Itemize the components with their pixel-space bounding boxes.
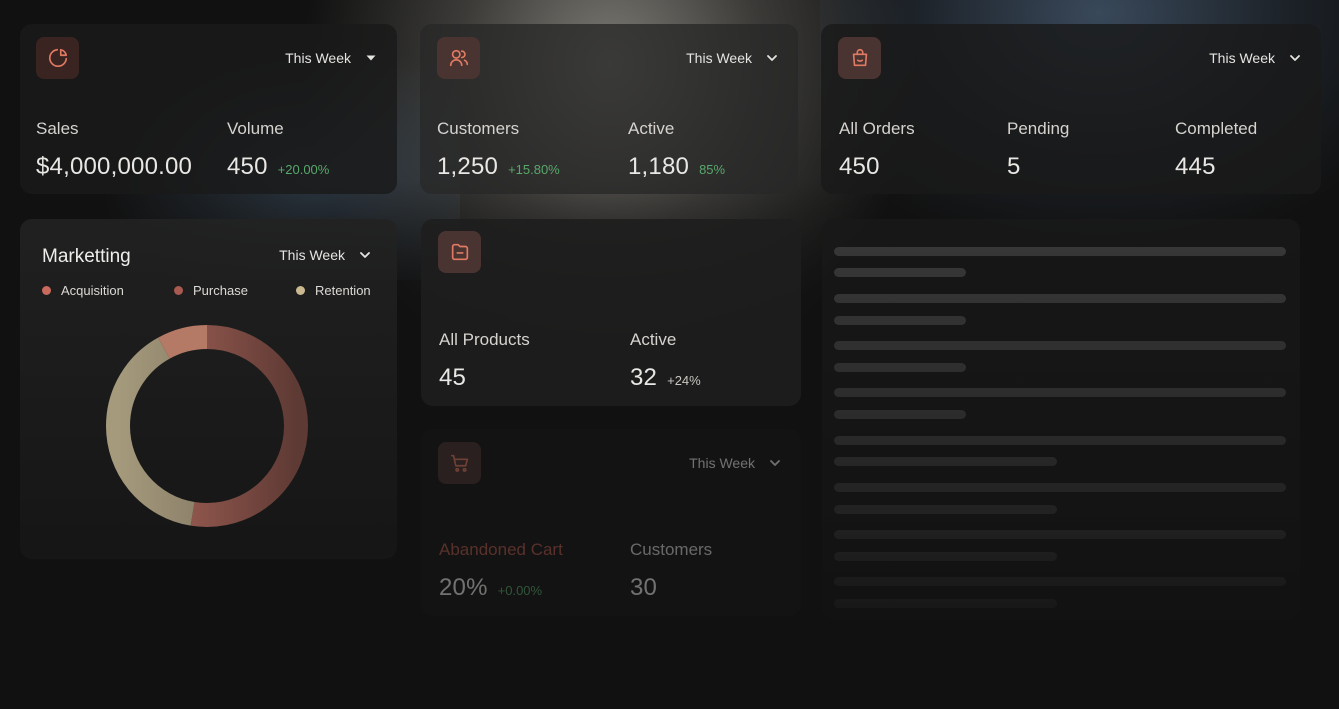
active-products-change: +24%: [667, 373, 701, 388]
pending-label: Pending: [1007, 119, 1070, 138]
chevron-down-icon: [360, 252, 370, 258]
period-dropdown[interactable]: This Week: [285, 50, 377, 66]
skeleton-line: [834, 247, 1286, 256]
cart-card: This Week Abandoned Cart 20% +0.00% Cust…: [421, 429, 801, 616]
period-dropdown[interactable]: This Week: [689, 455, 781, 471]
all-orders-stat: All Orders 450: [839, 119, 915, 181]
sales-stat: Sales $4,000,000.00: [36, 119, 192, 181]
legend-dot: [296, 286, 305, 295]
products-card: All Products 45 Active 32 +24%: [421, 219, 801, 406]
cart-customers-label: Customers: [630, 540, 713, 559]
skeleton-line: [834, 294, 1286, 303]
customers-label: Customers: [437, 119, 520, 138]
abandoned-cart-label: Abandoned Cart: [439, 540, 563, 559]
active-products-value: 32: [630, 364, 658, 391]
legend-item-purchase: Purchase: [174, 283, 248, 298]
skeleton-line: [834, 552, 1057, 561]
chart-legend: Acquisition Purchase Retention: [42, 283, 382, 299]
cart-customers-stat: Customers 30: [630, 540, 712, 602]
customers-change: +15.80%: [508, 162, 560, 177]
pending-value: 5: [1007, 153, 1021, 180]
all-products-label: All Products: [439, 330, 530, 349]
active-products-stat: Active 32 +24%: [630, 330, 701, 392]
customers-card: This Week Customers 1,250 +15.80% Active…: [420, 24, 798, 194]
skeleton-line: [834, 483, 1286, 492]
pie-chart-icon: [36, 37, 79, 79]
skeleton-card: [822, 219, 1300, 619]
abandoned-cart-stat: Abandoned Cart 20% +0.00%: [439, 540, 563, 602]
period-dropdown[interactable]: This Week: [279, 247, 371, 263]
all-products-stat: All Products 45: [439, 330, 530, 392]
skeleton-line: [834, 457, 1057, 466]
skeleton-line: [834, 505, 1057, 514]
skeleton-line: [834, 363, 966, 372]
completed-stat: Completed 445: [1175, 119, 1257, 181]
volume-value: 450: [227, 153, 268, 180]
chevron-down-icon: [767, 55, 777, 61]
volume-label: Volume: [227, 119, 284, 138]
pending-stat: Pending 5: [1007, 119, 1069, 181]
skeleton-line: [834, 436, 1286, 445]
folder-icon: [438, 231, 481, 273]
legend-label: Acquisition: [61, 283, 124, 298]
abandoned-cart-change: +0.00%: [497, 583, 543, 598]
period-label: This Week: [689, 455, 755, 471]
period-dropdown[interactable]: This Week: [1209, 50, 1301, 66]
chevron-down-icon: [1290, 55, 1300, 61]
users-icon: [437, 37, 480, 79]
legend-item-retention: Retention: [296, 283, 371, 298]
completed-label: Completed: [1175, 119, 1258, 138]
donut-chart: [106, 325, 308, 527]
sales-label: Sales: [36, 119, 79, 138]
shopping-cart-icon: [438, 442, 481, 484]
skeleton-line: [834, 599, 1057, 608]
period-label: This Week: [285, 50, 351, 66]
caret-down-icon: [366, 55, 376, 61]
skeleton-line: [834, 410, 966, 419]
skeleton-line: [834, 530, 1286, 539]
period-label: This Week: [1209, 50, 1275, 66]
period-label: This Week: [279, 247, 345, 263]
legend-item-acquisition: Acquisition: [42, 283, 124, 298]
active-products-label: Active: [630, 330, 677, 349]
active-label: Active: [628, 119, 675, 138]
abandoned-cart-value: 20%: [439, 574, 488, 601]
skeleton-line: [834, 268, 966, 277]
volume-stat: Volume 450 +20.00%: [227, 119, 329, 181]
all-orders-label: All Orders: [839, 119, 915, 138]
shopping-bag-icon: [838, 37, 881, 79]
active-percent: 85%: [699, 162, 726, 177]
all-products-value: 45: [439, 364, 467, 391]
active-stat: Active 1,180 85%: [628, 119, 725, 181]
volume-change: +20.00%: [277, 162, 330, 177]
period-label: This Week: [686, 50, 752, 66]
legend-dot: [42, 286, 51, 295]
skeleton-lines: [822, 219, 1300, 619]
legend-dot: [174, 286, 183, 295]
customers-stat: Customers 1,250 +15.80%: [437, 119, 560, 181]
all-orders-value: 450: [839, 153, 880, 180]
skeleton-line: [834, 316, 966, 325]
marketing-card: Marketting This Week Acquisition Purchas…: [20, 219, 397, 559]
legend-label: Purchase: [193, 283, 248, 298]
marketing-title: Marketting: [42, 246, 131, 267]
sales-value: $4,000,000.00: [36, 153, 193, 180]
sales-card: This Week Sales $4,000,000.00 Volume 450…: [20, 24, 397, 194]
period-dropdown[interactable]: This Week: [686, 50, 778, 66]
active-value: 1,180: [628, 153, 690, 180]
cart-customers-value: 30: [630, 574, 658, 601]
skeleton-line: [834, 341, 1286, 350]
chevron-down-icon: [770, 460, 780, 466]
customers-value: 1,250: [437, 153, 499, 180]
orders-card: This Week All Orders 450 Pending 5 Compl…: [821, 24, 1321, 194]
skeleton-line: [834, 577, 1286, 586]
skeleton-line: [834, 388, 1286, 397]
legend-label: Retention: [315, 283, 371, 298]
completed-value: 445: [1175, 153, 1216, 180]
